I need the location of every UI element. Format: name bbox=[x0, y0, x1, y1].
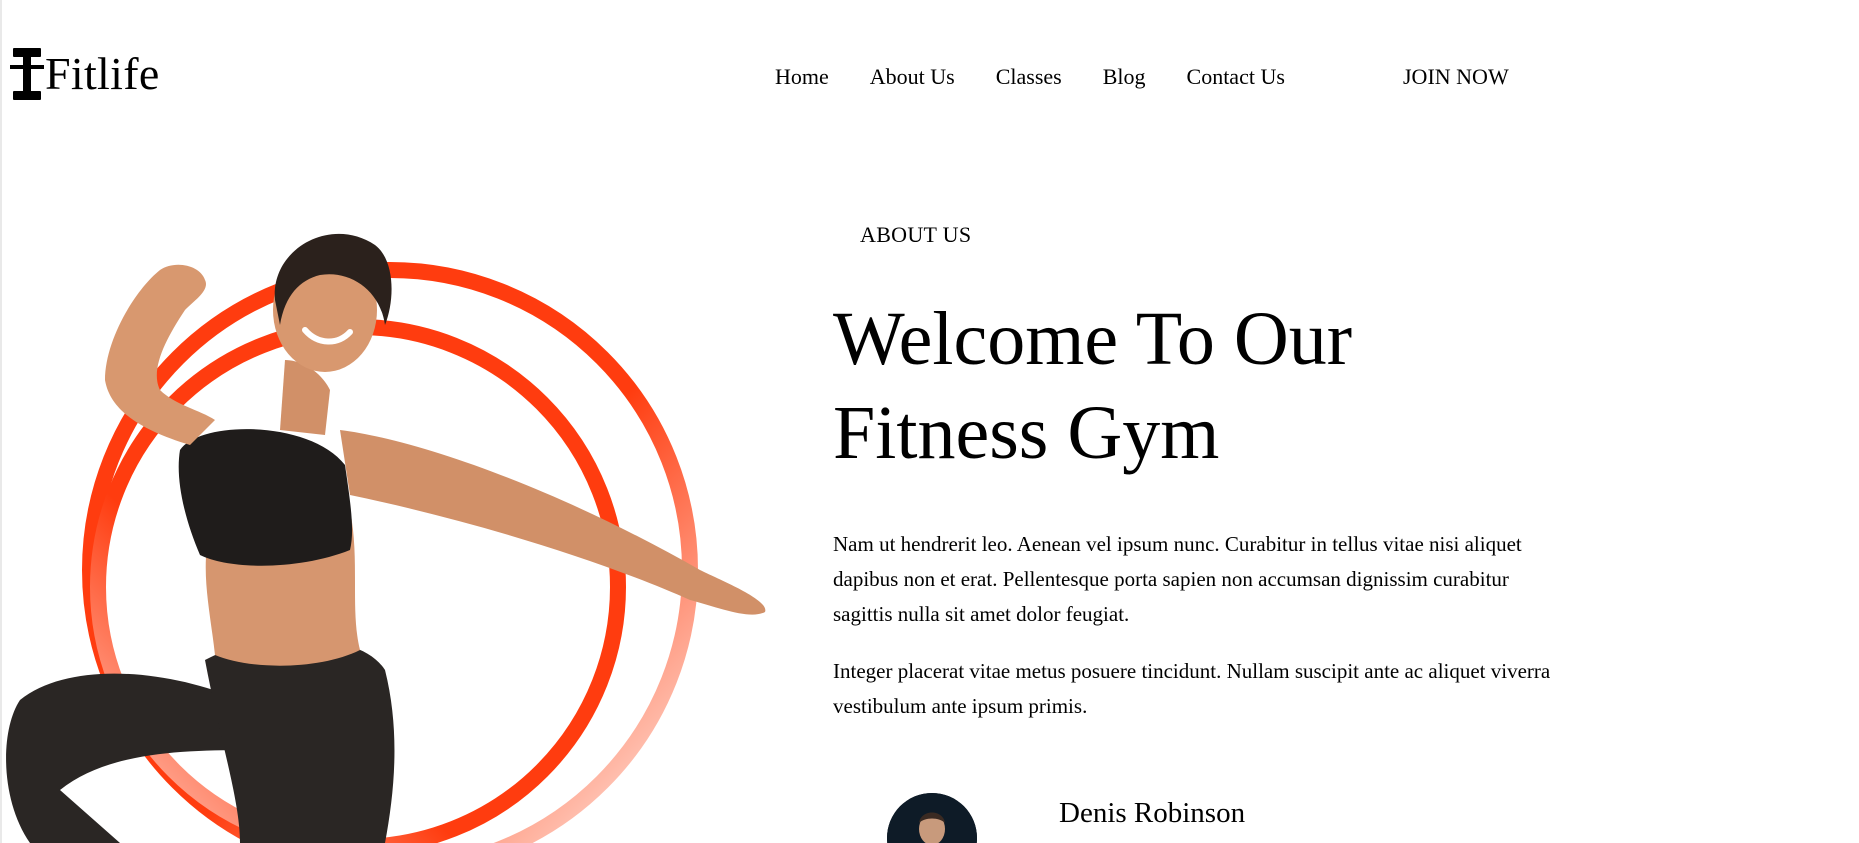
join-now-button[interactable]: JOIN NOW bbox=[1403, 64, 1509, 90]
hero-fitness-image bbox=[6, 233, 766, 843]
about-paragraph-2: Integer placerat vitae metus posuere tin… bbox=[833, 659, 1551, 718]
nav-contact-us[interactable]: Contact Us bbox=[1187, 64, 1285, 90]
nav-home[interactable]: Home bbox=[775, 64, 829, 90]
section-eyebrow: ABOUT US bbox=[860, 222, 972, 247]
page-title: Welcome To Our Fitness Gym bbox=[833, 292, 1453, 480]
author-avatar bbox=[887, 793, 977, 843]
page: Fitlife Home About Us Classes Blog Conta… bbox=[0, 0, 1859, 843]
title-line-1: Welcome To Our bbox=[833, 297, 1353, 381]
about-paragraph-1: Nam ut hendrerit leo. Aenean vel ipsum n… bbox=[833, 532, 1522, 626]
nav-blog[interactable]: Blog bbox=[1103, 64, 1146, 90]
author-name: Denis Robinson bbox=[1059, 797, 1246, 829]
dumbbell-icon bbox=[10, 48, 44, 100]
main-nav: Home About Us Classes Blog Contact Us bbox=[775, 64, 1326, 90]
title-line-2: Fitness Gym bbox=[833, 391, 1220, 475]
avatar-photo bbox=[887, 793, 977, 843]
brand-name: Fitlife bbox=[45, 48, 160, 99]
brand-logo[interactable]: Fitlife bbox=[10, 44, 160, 104]
nav-classes[interactable]: Classes bbox=[996, 64, 1062, 90]
nav-about-us[interactable]: About Us bbox=[870, 64, 955, 90]
